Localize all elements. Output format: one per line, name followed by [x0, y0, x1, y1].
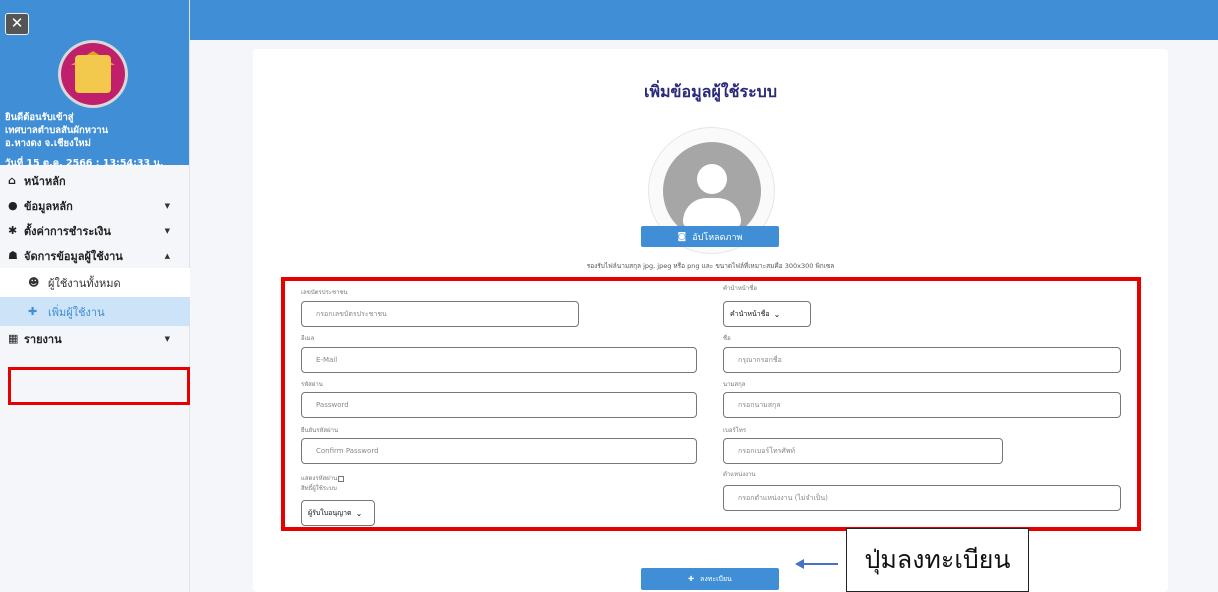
role-value: ผู้รับใบอนุญาต	[308, 508, 352, 517]
sidebar-item-label: จัดการข้อมูลผู้ใช้งาน	[24, 249, 123, 263]
sidebar-item-home[interactable]: ⌂ หน้าหลัก	[0, 168, 190, 193]
page-title: เพิ่มข้อมูลผู้ใช้ระบบ	[643, 82, 777, 101]
sidebar-item-label: รายงาน	[24, 332, 62, 346]
user-plus-icon: ✚	[28, 305, 38, 318]
sidebar-item-add-user[interactable]: ✚ เพิ่มผู้ใช้งาน	[0, 297, 190, 326]
top-bar	[190, 0, 1218, 40]
sidebar-item-label: ตั้งค่าการชำระเงิน	[24, 224, 111, 238]
sidebar-menu: ⌂ หน้าหลัก ● ข้อมูลหลัก ▼ ✱ ตั้งค่าการชำ…	[0, 168, 190, 351]
prefix-select[interactable]: คำนำหน้าชื่อ ⌄	[723, 301, 811, 327]
welcome-line-2: เทศบาลตำบลสันผักหวาน	[5, 125, 109, 136]
sidebar-item-all-users[interactable]: ☻ ผู้ใช้งานทั้งหมด	[0, 268, 190, 297]
welcome-text: ยินดีต้อนรับเข้าสู่ เทศบาลตำบลสันผักหวาน…	[5, 111, 108, 150]
chevron-down-icon: ▼	[164, 201, 170, 210]
position-input[interactable]: กรอกตำแหน่งงาน (ไม่จำเป็น)	[723, 485, 1121, 511]
role-label: สิทธิ์ผู้ใช้ระบบ	[301, 485, 337, 492]
sidebar-item-payment-settings[interactable]: ✱ ตั้งค่าการชำระเงิน ▼	[0, 218, 190, 243]
user-plus-icon: ✚	[688, 575, 695, 583]
prefix-label: คำนำหน้าชื่อ	[723, 285, 757, 292]
home-icon: ⌂	[8, 174, 16, 187]
id-card-input[interactable]: กรอกเลขบัตรประชาชน	[301, 301, 579, 327]
upload-button-label: อัปโหลดภาพ	[692, 232, 743, 243]
annotation-callout: ปุ่มลงทะเบียน	[846, 528, 1029, 592]
chevron-down-icon: ▼	[164, 334, 170, 343]
firstname-label: ชื่อ	[723, 335, 731, 342]
chevron-down-icon: ⌄	[773, 309, 781, 319]
lastname-input[interactable]: กรอกนามสกุล	[723, 392, 1121, 418]
confirm-password-label: ยืนยันรหัสผ่าน	[301, 427, 339, 434]
sidebar: ✕ ยินดีต้อนรับเข้าสู่ เทศบาลตำบลสันผักหว…	[0, 0, 190, 592]
email-input[interactable]: E-Mail	[301, 347, 697, 373]
welcome-line-3: อ.หางดง จ.เชียงใหม่	[5, 138, 91, 149]
sidebar-header: ✕ ยินดีต้อนรับเข้าสู่ เทศบาลตำบลสันผักหว…	[0, 0, 189, 169]
database-icon: ●	[8, 199, 18, 212]
sidebar-item-label: ผู้ใช้งานทั้งหมด	[48, 276, 121, 290]
add-user-card: เพิ่มข้อมูลผู้ใช้ระบบ ◙ อัปโหลดภาพ รองรั…	[253, 49, 1168, 592]
chevron-down-icon: ▼	[164, 226, 170, 235]
user-form: เลขบัตรประชาชน กรอกเลขบัตรประชาชน อีเมล …	[281, 277, 1141, 531]
show-password-label: แสดงรหัสผ่าน	[301, 475, 338, 482]
chevron-down-icon: ⌄	[355, 508, 363, 518]
prefix-value: คำนำหน้าชื่อ	[730, 309, 770, 318]
chart-icon: ▦	[8, 332, 19, 345]
arrow-left-icon	[795, 559, 804, 569]
close-icon: ✕	[10, 14, 24, 32]
sidebar-item-label: เพิ่มผู้ใช้งาน	[48, 305, 105, 319]
firstname-input[interactable]: กรุณากรอกชื่อ	[723, 347, 1121, 373]
municipality-logo	[58, 40, 128, 108]
confirm-password-input[interactable]: Confirm Password	[301, 438, 697, 464]
lastname-label: นามสกุล	[723, 381, 746, 388]
upload-image-button[interactable]: ◙ อัปโหลดภาพ	[641, 226, 779, 247]
phone-input[interactable]: กรอกเบอร์โทรศัพท์	[723, 438, 1003, 464]
sidebar-item-report[interactable]: ▦ รายงาน ▼	[0, 326, 190, 351]
sidebar-item-user-management[interactable]: ☗ จัดการข้อมูลผู้ใช้งาน ▲	[0, 243, 190, 268]
register-button[interactable]: ✚ ลงทะเบียน	[641, 568, 779, 590]
sidebar-item-master-data[interactable]: ● ข้อมูลหลัก ▼	[0, 193, 190, 218]
user-group-icon: ☻	[28, 276, 40, 289]
annotation-arrow	[800, 563, 838, 565]
role-select[interactable]: ผู้รับใบอนุญาต ⌄	[301, 500, 375, 526]
id-card-label: เลขบัตรประชาชน	[301, 289, 348, 296]
close-sidebar-button[interactable]: ✕	[5, 13, 29, 35]
show-password-checkbox[interactable]	[338, 475, 345, 482]
gear-icon: ✱	[8, 224, 18, 237]
sidebar-item-label: ข้อมูลหลัก	[24, 199, 73, 213]
password-label: รหัสผ่าน	[301, 381, 323, 388]
users-gear-icon: ☗	[8, 249, 18, 262]
sidebar-item-label: หน้าหลัก	[24, 174, 66, 188]
highlight-box-sidebar	[8, 367, 190, 405]
upload-hint: รองรับไฟล์นามสกุล jpg, jpeg หรือ png และ…	[586, 262, 835, 270]
welcome-line-1: ยินดีต้อนรับเข้าสู่	[5, 112, 74, 123]
password-input[interactable]: Password	[301, 392, 697, 418]
position-label: ตำแหน่งงาน	[723, 471, 756, 478]
email-label: อีเมล	[301, 335, 315, 342]
chevron-up-icon: ▲	[164, 251, 170, 260]
show-password-toggle[interactable]: แสดงรหัสผ่าน	[301, 473, 345, 483]
camera-icon: ◙	[677, 231, 687, 242]
register-button-label: ลงทะเบียน	[700, 574, 732, 583]
phone-label: เบอร์โทร	[723, 427, 747, 434]
